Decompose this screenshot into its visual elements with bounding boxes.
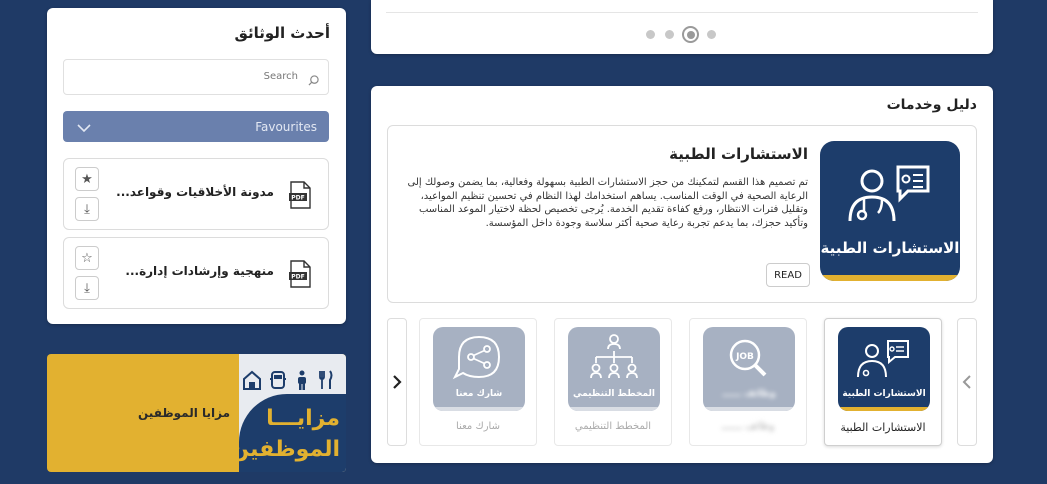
- jobs-image: JOB وظائف ــــــ: [703, 327, 795, 411]
- tile-caption: وظائف ــــــ: [722, 389, 776, 399]
- employee-benefits-label: مزايا الموظفين: [138, 406, 231, 420]
- carousel-dot[interactable]: [707, 30, 716, 39]
- car-icon: [270, 371, 286, 389]
- tile-caption: شارك معنا: [455, 389, 503, 399]
- chevron-down-icon: [77, 119, 91, 138]
- latest-documents-panel: أحدث الوثائق Search Favourites مدونة الأ…: [47, 8, 346, 324]
- accent-bar: [820, 275, 960, 281]
- favourite-star-button[interactable]: ★: [75, 167, 99, 191]
- home-icon: [243, 370, 261, 390]
- share-image: شارك معنا: [433, 327, 525, 411]
- tile-label: المخطط التنظيمي: [574, 421, 652, 432]
- accent-bar: [568, 407, 660, 411]
- benefits-icons: [243, 370, 335, 390]
- employee-benefits-banner[interactable]: مزايا الموظفين مزايـــا الموظفين: [47, 354, 346, 472]
- latest-documents-title: أحدث الوثائق: [234, 24, 330, 42]
- featured-service: الاستشارات الطبية الاستشارات الطبية تم ت…: [387, 125, 977, 303]
- svg-text:PDF: PDF: [291, 274, 304, 281]
- favourite-star-button[interactable]: ☆: [75, 246, 99, 270]
- document-item[interactable]: مدونة الأخلاقيات وقواعد... PDF ★ ⤓: [63, 158, 329, 230]
- pdf-icon: PDF: [288, 260, 312, 292]
- tile-label: الاستشارات الطبية: [840, 421, 926, 434]
- tile-label: وظائف ـــــــ: [721, 421, 775, 432]
- accent-bar: [433, 407, 525, 411]
- document-name: مدونة الأخلاقيات وقواعد...: [116, 185, 274, 199]
- download-button[interactable]: ⤓: [75, 276, 99, 300]
- medical-consultation-image: الاستشارات الطبية: [820, 141, 960, 281]
- read-button[interactable]: READ: [766, 263, 810, 287]
- chevron-left-icon: [962, 375, 971, 389]
- org-chart-icon: [590, 334, 638, 379]
- document-name: منهجية وإرشادات إدارة...: [125, 264, 274, 278]
- doctor-chat-icon: [857, 340, 909, 378]
- divider: [386, 12, 978, 13]
- search-placeholder: Search: [263, 71, 298, 82]
- carousel-dot-active[interactable]: [682, 26, 699, 43]
- restaurant-icon: [319, 370, 333, 389]
- benefits-title-line1: مزايـــا: [266, 406, 340, 431]
- benefits-title-line2: الموظفين: [230, 437, 340, 462]
- service-tile-jobs[interactable]: JOB وظائف ــــــ وظائف ـــــــ: [689, 318, 807, 446]
- favourites-dropdown[interactable]: Favourites: [63, 111, 329, 142]
- accent-bar: [838, 407, 930, 411]
- services-title: دليل وخدمات: [886, 97, 977, 113]
- feature-icon-caption: الاستشارات الطبية: [820, 239, 960, 257]
- download-button[interactable]: ⤓: [75, 197, 99, 221]
- job-search-icon: JOB: [729, 339, 767, 377]
- carousel-next-button[interactable]: [957, 318, 977, 446]
- services-guide-panel: دليل وخدمات الاستشارات الطبية الاستشارات…: [371, 86, 993, 463]
- tile-caption: المخطط التنظيمي: [573, 389, 655, 399]
- org-chart-image: المخطط التنظيمي: [568, 327, 660, 411]
- chevron-right-icon: [393, 375, 402, 389]
- tile-label: شارك معنا: [456, 421, 500, 432]
- service-tile-org-chart[interactable]: المخطط التنظيمي المخطط التنظيمي: [554, 318, 672, 446]
- share-chat-icon: [452, 335, 501, 380]
- medical-consultation-image: الاستشارات الطبية: [838, 327, 930, 411]
- person-icon: [298, 370, 306, 390]
- feature-title: الاستشارات الطبية: [669, 145, 808, 163]
- tile-caption: الاستشارات الطبية: [842, 389, 926, 399]
- carousel-dot[interactable]: [646, 30, 655, 39]
- accent-bar: [703, 407, 795, 411]
- doctor-chat-icon: [848, 165, 930, 222]
- service-tile-medical-consultations[interactable]: الاستشارات الطبية الاستشارات الطبية: [824, 318, 942, 446]
- carousel-prev-button[interactable]: [387, 318, 407, 446]
- carousel-dot[interactable]: [665, 30, 674, 39]
- search-icon: [308, 71, 319, 90]
- favourites-label: Favourites: [255, 120, 317, 134]
- service-tile-share[interactable]: شارك معنا شارك معنا: [419, 318, 537, 446]
- feature-description: تم تصميم هذا القسم لتمكينك من حجز الاستش…: [407, 177, 808, 229]
- carousel-pagination: [645, 26, 720, 44]
- document-item[interactable]: منهجية وإرشادات إدارة... PDF ☆ ⤓: [63, 237, 329, 309]
- svg-text:JOB: JOB: [735, 352, 754, 362]
- svg-text:PDF: PDF: [291, 195, 304, 202]
- document-search-input[interactable]: Search: [63, 59, 329, 95]
- pdf-icon: PDF: [288, 181, 312, 213]
